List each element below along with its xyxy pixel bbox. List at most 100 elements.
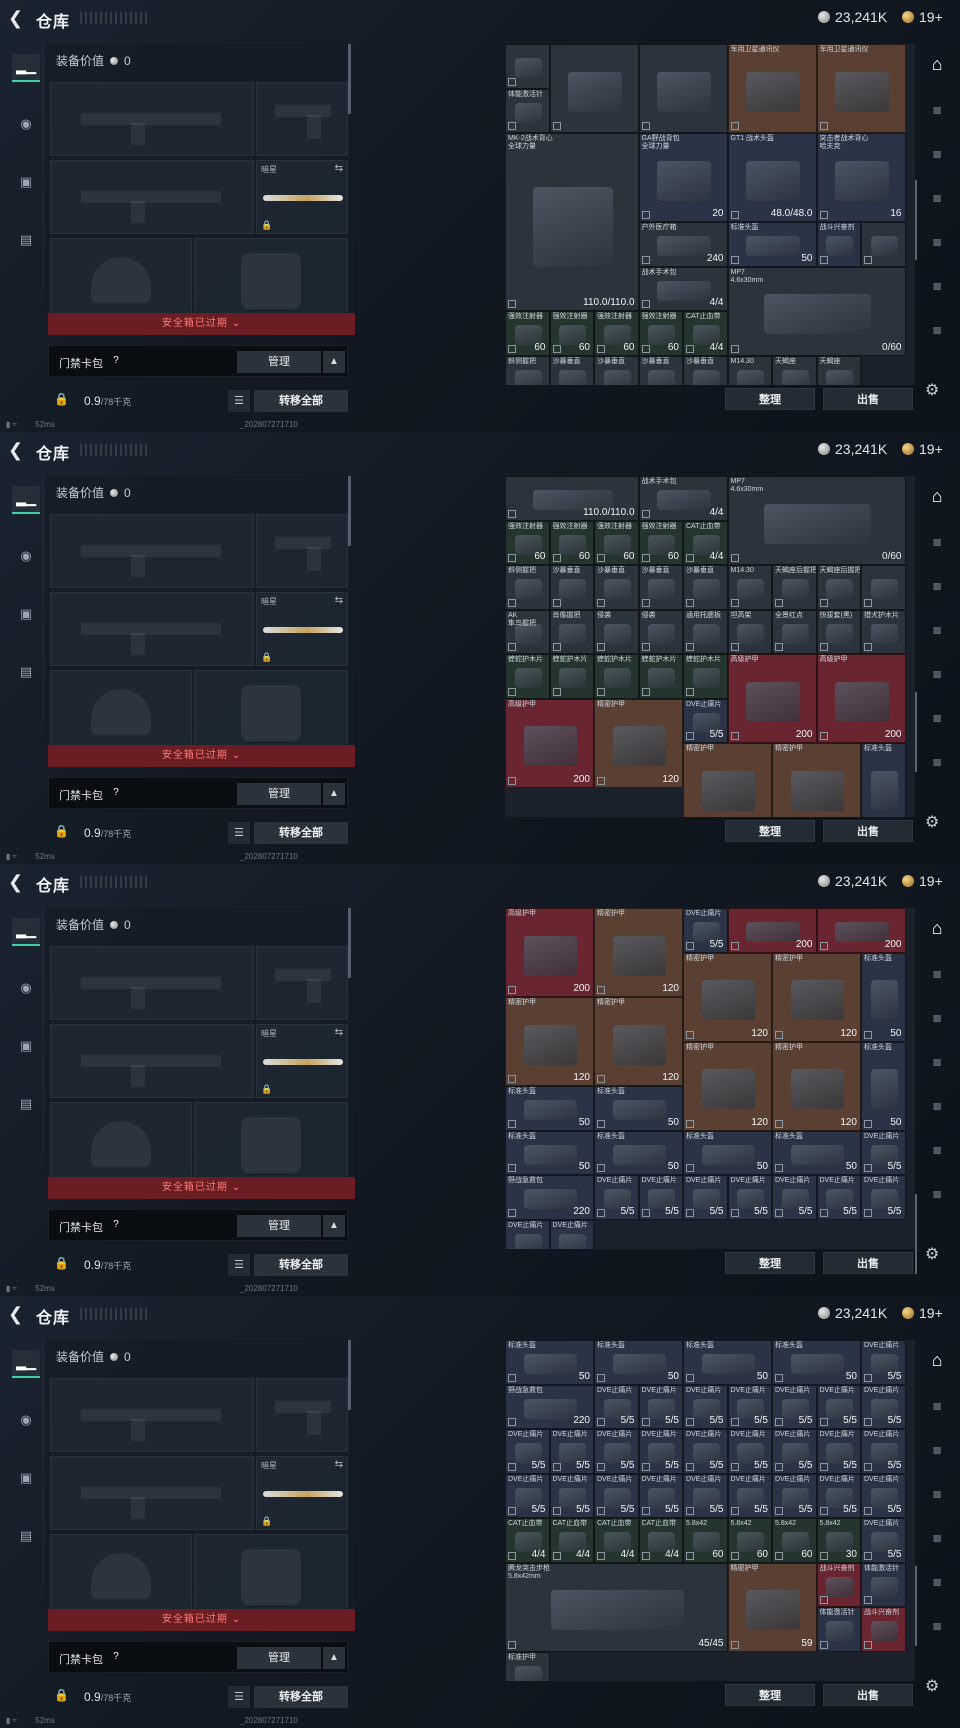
stash-item[interactable]: 肖像握把 [549, 609, 594, 654]
stash-item[interactable]: DVE止痛片 5/5 [861, 1518, 906, 1563]
stash-item[interactable]: DVE止痛片 5/5 [638, 1473, 683, 1518]
stash-tab-5[interactable]: ▩ [920, 1092, 954, 1120]
sidebar-weapons-tab[interactable]: ▂▁ [12, 918, 40, 946]
stash-item[interactable]: 精密护甲 120 [594, 997, 683, 1086]
stash-item[interactable]: DVE止痛片 5/5 [683, 1175, 728, 1220]
stash-item[interactable]: DVE止痛片 5/5 [594, 1473, 639, 1518]
stash-tab-2[interactable]: ▩ [920, 1392, 954, 1420]
swap-icon[interactable]: ⇆ [335, 1027, 343, 1038]
stash-item[interactable]: MK-2战术背心 全球力量 110.0/110.0 [505, 133, 639, 311]
stash-item[interactable]: 强效注射器 60 [594, 311, 639, 356]
stash-item[interactable]: DVE止痛片 5/5 [727, 1473, 772, 1518]
stash-item[interactable]: 标准头盔 50 [594, 1130, 683, 1175]
stash-item[interactable]: 强效注射器 60 [638, 311, 683, 356]
list-view-icon[interactable]: ☰ [228, 1686, 250, 1708]
silver-currency[interactable]: 23,241K [818, 873, 887, 889]
stash-item[interactable]: 高级护甲 200 [505, 698, 594, 788]
gold-currency[interactable]: 19+ [902, 873, 943, 889]
stash-tab-2[interactable]: ▩ [920, 960, 954, 988]
stash-item[interactable]: 快拔套(黑) [816, 609, 861, 654]
stash-item[interactable]: 侵袭 [594, 609, 639, 654]
stash-item[interactable]: DVE止痛片 5/5 [505, 1429, 550, 1474]
helmet-slot[interactable] [50, 670, 192, 746]
stash-item[interactable]: 天蝎座后握把 [772, 565, 817, 610]
stash-item[interactable]: DVE止痛片 5/5 [638, 1384, 683, 1429]
stash-tab-4[interactable]: ▩ [920, 1480, 954, 1508]
stash-home-tab[interactable]: ⌂ [920, 914, 954, 942]
primary-weapon-slot[interactable] [50, 1378, 254, 1452]
sort-button[interactable]: 整理 [725, 1684, 815, 1706]
stash-item[interactable]: DVE止痛片 5/5 [861, 1384, 906, 1429]
stash-item[interactable]: DVE止痛片 5/5 [727, 1175, 772, 1220]
stash-item[interactable]: DVE止痛片 5/5 [549, 1429, 594, 1474]
primary-weapon-slot[interactable] [50, 514, 254, 588]
stash-item[interactable]: 通用托腮板 [683, 609, 728, 654]
stash-item[interactable]: 军用卫星通讯仪 [727, 44, 817, 133]
pistol-slot[interactable] [256, 1378, 348, 1452]
stash-tab-3[interactable]: ▩ [920, 1004, 954, 1032]
sidebar-weapons-tab[interactable]: ▂▁ [12, 54, 40, 82]
stash-item[interactable]: 野战急救包 220 [505, 1175, 594, 1220]
sidebar-vest-tab[interactable]: ▣ [12, 1464, 40, 1492]
stash-item[interactable]: 沙暴垂直 [549, 355, 594, 385]
safe-box-expired-banner[interactable]: 安全箱已过期 ⌄ [48, 745, 355, 767]
stash-item[interactable]: 天蝎座后握把 [816, 565, 861, 610]
helmet-slot[interactable] [50, 1534, 192, 1610]
stash-item[interactable]: CAT止血带 4/4 [549, 1518, 594, 1563]
stash-item[interactable]: 标准头盔 50 [772, 1130, 861, 1175]
stash-item[interactable]: 体能激活针 [505, 88, 550, 133]
stash-scrollbar[interactable] [915, 1194, 917, 1274]
stash-item[interactable]: DVE止痛片 [505, 1219, 550, 1249]
help-icon[interactable]: ? [109, 1218, 123, 1232]
stash-tab-6[interactable]: ▩ [920, 1568, 954, 1596]
stash-item[interactable]: 猎犬护木片 [861, 609, 906, 654]
stash-item[interactable]: DVE止痛片 5/5 [638, 1175, 683, 1220]
gold-currency[interactable]: 19+ [902, 9, 943, 25]
stash-item[interactable]: 标准护甲 [505, 1651, 550, 1681]
manage-button[interactable]: 管理 [237, 351, 321, 373]
gold-currency[interactable]: 19+ [902, 1305, 943, 1321]
stash-item[interactable]: DVE止痛片 5/5 [861, 1429, 906, 1474]
stash-item[interactable]: 体能激活针 [861, 1562, 906, 1607]
stash-home-tab[interactable]: ⌂ [920, 482, 954, 510]
safe-box-expired-banner[interactable]: 安全箱已过期 ⌄ [48, 313, 355, 335]
sort-button[interactable]: 整理 [725, 820, 815, 842]
sidebar-helmet-tab[interactable]: ◉ [12, 974, 40, 1002]
swap-icon[interactable]: ⇆ [335, 595, 343, 606]
stash-item[interactable]: 精密护甲 120 [683, 1041, 772, 1131]
stash-item[interactable]: DVE止痛片 5/5 [816, 1429, 861, 1474]
stash-item[interactable]: 标准头盔 50 [505, 1086, 594, 1131]
secondary-weapon-slot[interactable] [50, 1456, 254, 1530]
stash-item[interactable]: DVE止痛片 5/5 [683, 698, 728, 743]
stash-item[interactable]: MP7 4.6x30mm 0/60 [727, 266, 906, 356]
stash-item[interactable]: 精密护甲 120 [505, 997, 594, 1086]
stash-item[interactable]: 标准头盔 50 [505, 1130, 594, 1175]
stash-item[interactable]: DVE止痛片 [549, 1219, 594, 1249]
stash-item[interactable]: 强效注射器 60 [638, 520, 683, 565]
stash-item[interactable]: DVE止痛片 5/5 [816, 1175, 861, 1220]
stash-item[interactable]: 标准头盔 50 [727, 222, 817, 267]
list-view-icon[interactable]: ☰ [228, 822, 250, 844]
stash-item[interactable]: 坦高架 [727, 609, 772, 654]
stash-item[interactable]: DVE止痛片 5/5 [505, 1473, 550, 1518]
stash-item[interactable]: 军用卫星通讯仪 [816, 44, 906, 133]
back-arrow-icon[interactable]: ❮ [8, 9, 26, 27]
collapse-chevron-up-icon[interactable]: ▲ [323, 783, 345, 805]
stash-item[interactable]: DVE止痛片 5/5 [861, 1473, 906, 1518]
sidebar-bag-tab[interactable]: ▤ [12, 226, 40, 254]
silver-currency[interactable]: 23,241K [818, 9, 887, 25]
stash-item[interactable]: DVE止痛片 5/5 [772, 1429, 817, 1474]
stash-tab-7[interactable]: ▩ [920, 1612, 954, 1640]
stash-tab-5[interactable]: ▩ [920, 660, 954, 688]
melee-slot[interactable]: 暗星 ⇆ 🔒 [256, 592, 348, 666]
stash-item[interactable]: 体能激活针 [816, 1607, 861, 1652]
stash-item[interactable]: M14.30 [727, 355, 772, 385]
stash-item[interactable]: DVE止痛片 5/5 [772, 1473, 817, 1518]
collapse-chevron-up-icon[interactable]: ▲ [323, 1647, 345, 1669]
stash-item[interactable]: 蝰蛇护木片 [549, 654, 594, 699]
stash-item[interactable]: 强效注射器 60 [549, 520, 594, 565]
stash-tab-5[interactable]: ▩ [920, 228, 954, 256]
back-arrow-icon[interactable]: ❮ [8, 873, 26, 891]
stash-item[interactable]: 户外医疗箱 240 [638, 222, 728, 267]
sell-button[interactable]: 出售 [823, 820, 913, 842]
